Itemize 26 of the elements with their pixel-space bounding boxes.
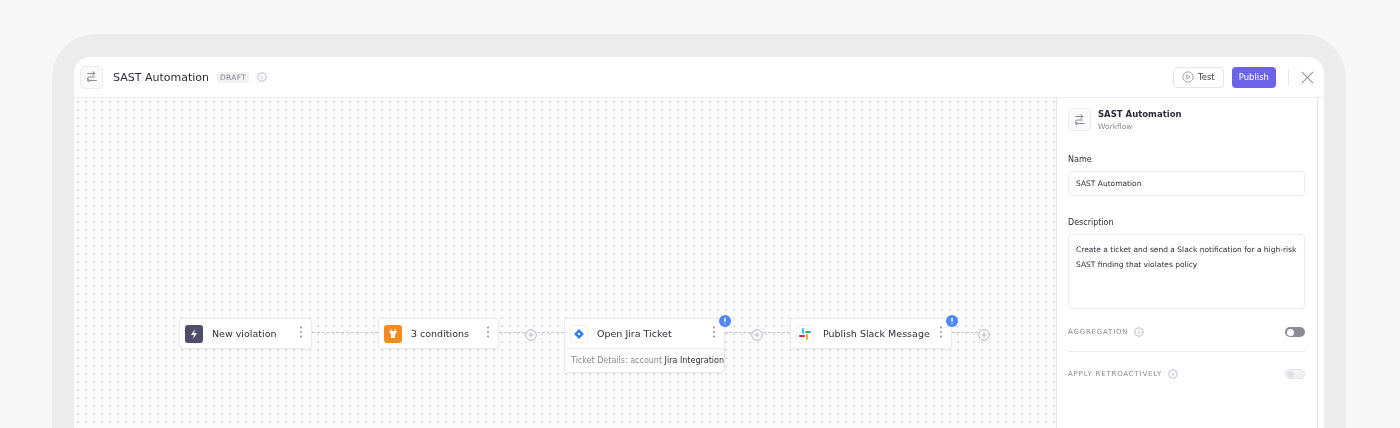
node-detail: Ticket Details: account Jira Integration: [565, 348, 724, 372]
workflow-icon: [1068, 108, 1091, 131]
info-icon: [1168, 369, 1179, 379]
field-label: Name: [1068, 155, 1092, 164]
workflow-node[interactable]: Publish Slack Message: [790, 318, 952, 349]
play-icon: [1181, 71, 1194, 83]
workflow-icon: [80, 65, 103, 89]
node-label: Publish Slack Message: [822, 328, 931, 339]
publish-button[interactable]: Publish: [1231, 66, 1276, 88]
toggle-switch[interactable]: [1285, 327, 1305, 337]
close-button[interactable]: [1301, 70, 1314, 84]
test-button[interactable]: Test: [1172, 66, 1224, 88]
field-label: Description: [1068, 218, 1114, 227]
bolt-icon: [185, 324, 203, 343]
info-icon: [257, 72, 268, 82]
hash-icon: [796, 324, 814, 343]
panel-title: SAST Automation: [1098, 109, 1182, 119]
node-label: 3 conditions: [410, 328, 470, 339]
workflow-node[interactable]: New violation: [179, 318, 312, 349]
node-label: New violation: [211, 328, 278, 339]
info-icon: [1134, 327, 1145, 337]
workflow-title: SAST Automation: [113, 70, 209, 84]
workflow-node[interactable]: Open Jira Ticket Ticket Details: account Jira Integration: [564, 318, 725, 373]
filter-icon: [384, 324, 402, 343]
workflow-node[interactable]: 3 conditions: [378, 318, 499, 349]
node-label: Open Jira Ticket: [596, 328, 673, 339]
